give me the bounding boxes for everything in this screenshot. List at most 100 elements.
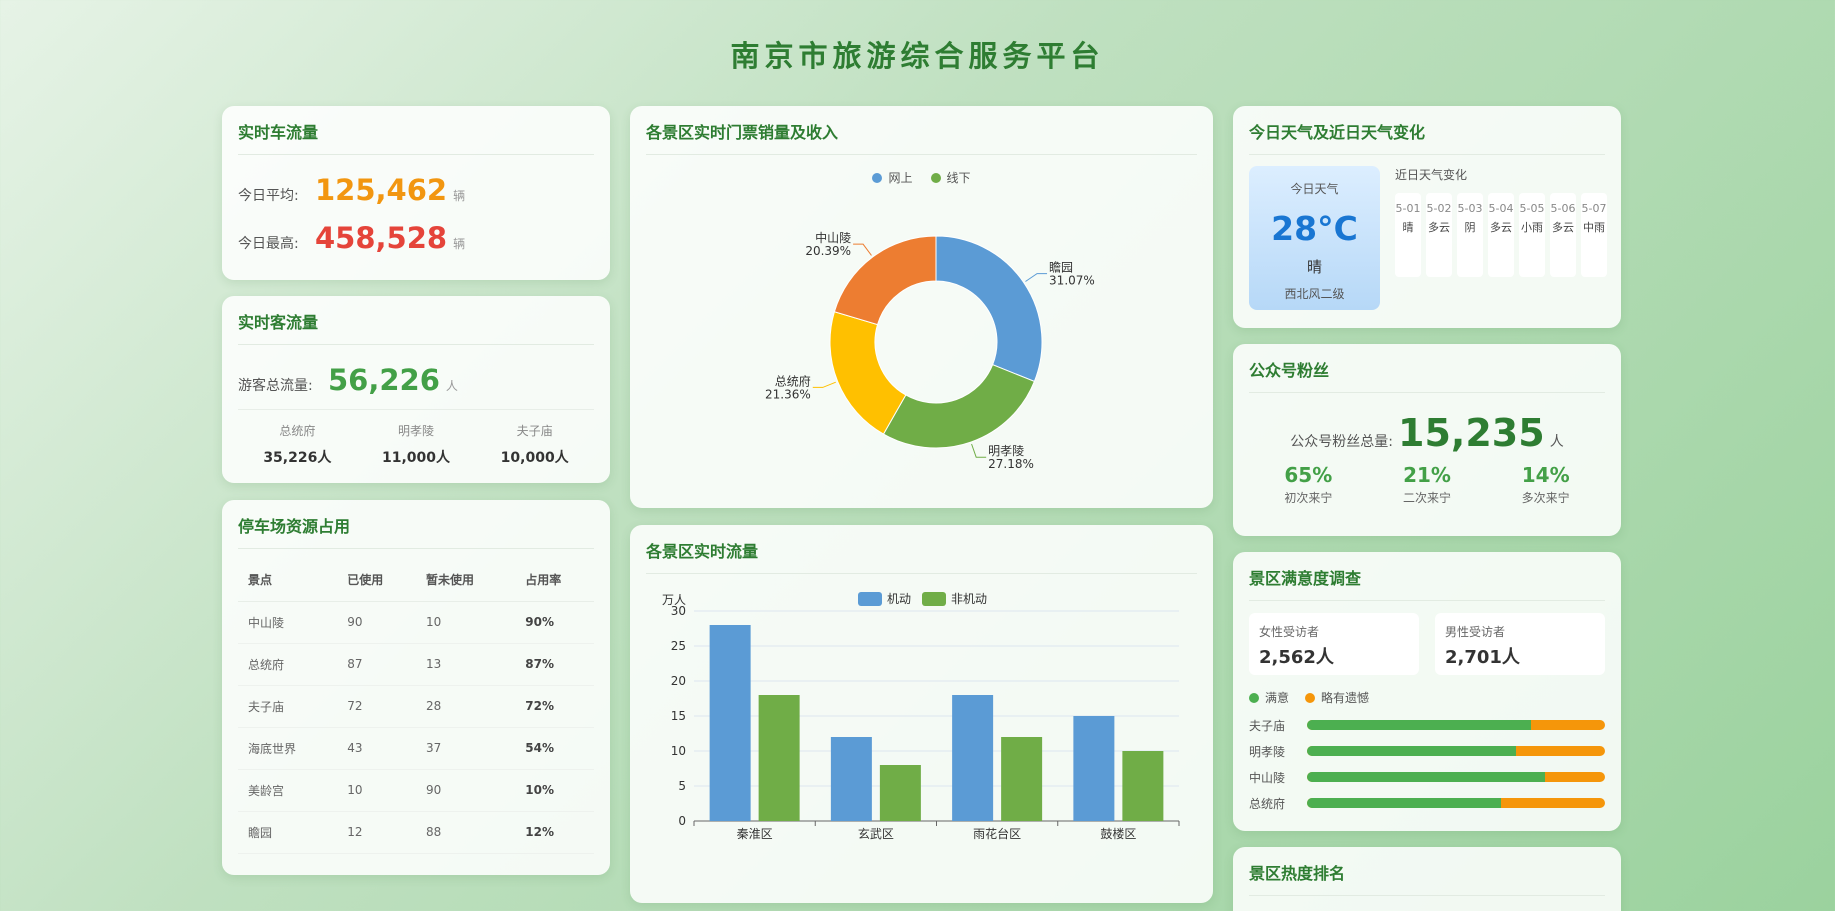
bar[interactable] <box>830 737 872 821</box>
table-cell: 54% <box>515 727 594 770</box>
flow-card: 各景区实时流量 机动 非机动 万人 0 5 10 15 20 25 30 秦淮区 玄武区 雨花台区 鼓楼区 <box>630 525 1213 903</box>
car-max-unit: 辆 <box>453 237 466 251</box>
fans-stat-pct: 65% <box>1284 463 1333 487</box>
legend-label: 略有遗憾 <box>1321 691 1370 705</box>
table-row: 总统府 87 13 87% <box>238 643 594 686</box>
parking-header-cell: 占用率 <box>515 559 594 602</box>
table-cell: 88 <box>415 811 516 854</box>
fans-stat-pct: 14% <box>1521 463 1570 487</box>
parking-title: 停车场资源占用 <box>238 500 594 549</box>
car-max-value: 458,528 <box>315 221 448 255</box>
fans-card: 公众号粉丝 公众号粉丝总量: 15,235 人 65% 初次来宁 21% 二次来宁 … <box>1233 344 1621 536</box>
weather-day-cond: 阴 <box>1464 221 1476 234</box>
satisfaction-bar-row: 夫子庙 <box>1249 712 1605 738</box>
weather-day-date: 5-04 <box>1488 202 1514 215</box>
parking-header-cell: 暂未使用 <box>415 559 516 602</box>
weather-day: 5-03 阴 <box>1457 193 1483 277</box>
satisfaction-bar-label: 明孝陵 <box>1249 744 1286 759</box>
table-row: 海底世界 43 37 54% <box>238 727 594 770</box>
donut-label-pct: 20.39% <box>805 244 851 258</box>
legend-swatch[interactable] <box>858 592 882 606</box>
passenger-site-value: 11,000人 <box>381 450 451 466</box>
bar[interactable] <box>1073 716 1115 821</box>
passenger-total-row: 游客总流量: 56,226 人 <box>238 363 594 397</box>
table-cell: 中山陵 <box>238 601 338 644</box>
legend-swatch[interactable] <box>922 592 946 606</box>
bar[interactable] <box>952 695 994 821</box>
donut-label-pct: 31.07% <box>1049 274 1095 288</box>
fans-stats: 65% 初次来宁 21% 二次来宁 14% 多次来宁 <box>1249 463 1605 506</box>
satisfaction-bar-track <box>1307 798 1605 808</box>
weather-day-cond: 小雨 <box>1521 221 1543 234</box>
flow-bar-chart: 机动 非机动万人051015202530秦淮区 玄武区 雨花台区 鼓楼区 <box>662 592 1180 841</box>
legend-label: 非机动 <box>951 592 987 606</box>
weather-recent-label: 近日天气变化 <box>1395 168 1468 182</box>
x-tick-label: 雨花台区 <box>973 826 1021 841</box>
weather-day-cond: 多云 <box>1552 221 1574 234</box>
parking-header-row: 景点 已使用 暂未使用 占用率 <box>238 559 594 602</box>
weather-day-cond: 中雨 <box>1583 221 1605 234</box>
donut-slice[interactable] <box>882 364 1036 449</box>
table-cell: 87 <box>337 643 416 686</box>
satisfaction-bar-fill <box>1307 720 1531 730</box>
weather-days: 5-01 晴 5-02 多云 5-03 阴 5-04 多云 5-05 小雨 5-06 多云 … <box>1395 193 1617 277</box>
legend-dot-satisfied <box>1249 693 1259 703</box>
car-max-row: 今日最高: 458,528 辆 <box>238 221 594 255</box>
table-cell: 10 <box>415 601 516 644</box>
satisfaction-bar-track <box>1307 746 1605 756</box>
weather-day-date: 5-02 <box>1426 202 1452 215</box>
parking-header-cell: 已使用 <box>337 559 416 602</box>
legend-item[interactable]: 网上 <box>872 169 913 186</box>
weather-day-cond: 晴 <box>1402 221 1414 234</box>
satisfaction-bar-row: 中山陵 <box>1249 764 1605 790</box>
fans-stat: 21% 二次来宁 <box>1368 463 1487 506</box>
donut-slice[interactable] <box>829 311 907 435</box>
tickets-legend: 网上 线下 <box>646 169 1197 186</box>
bar[interactable] <box>709 625 751 821</box>
donut-label-name: 明孝陵 <box>988 444 1024 458</box>
ticket-donut-chart: 瞻园31.07% 明孝陵27.18% 总统府21.36% 中山陵20.39% <box>765 230 1095 471</box>
donut-label-name: 总统府 <box>775 373 811 388</box>
weather-day-cond: 多云 <box>1490 221 1512 234</box>
satisfaction-bars: 夫子庙 明孝陵 中山陵 总统府 <box>1249 712 1605 816</box>
x-tick-label: 秦淮区 <box>737 827 773 841</box>
weather-day: 5-01 晴 <box>1395 193 1421 277</box>
table-row: 中山陵 90 10 90% <box>238 601 594 644</box>
flow-title: 各景区实时流量 <box>646 525 1197 574</box>
legend-dot-offline <box>930 173 941 183</box>
legend-label: 网上 <box>888 171 913 185</box>
bar[interactable] <box>879 765 921 821</box>
legend-label: 机动 <box>887 592 911 606</box>
satisfaction-bar-track <box>1307 720 1605 730</box>
weather-day: 5-02 多云 <box>1426 193 1452 277</box>
legend-label: 满意 <box>1265 691 1290 705</box>
weather-day: 5-04 多云 <box>1488 193 1514 277</box>
ranking-title: 景区热度排名 <box>1249 847 1605 896</box>
fans-stat-label: 初次来宁 <box>1284 491 1333 505</box>
y-tick-label: 10 <box>671 744 686 758</box>
table-cell: 87% <box>515 643 594 686</box>
fans-stat-label: 二次来宁 <box>1403 491 1452 505</box>
table-cell: 43 <box>337 727 416 770</box>
donut-label-line <box>1025 273 1048 282</box>
gender-stats: 女性受访者 2,562人 男性受访者 2,701人 <box>1249 613 1605 675</box>
table-cell: 90% <box>515 601 594 644</box>
bar[interactable] <box>1122 751 1164 821</box>
fans-stat: 14% 多次来宁 <box>1486 463 1605 506</box>
weather-recent: 近日天气变化 5-01 晴 5-02 多云 5-03 阴 5-04 多云 5-05 小雨 … <box>1395 166 1617 277</box>
bar[interactable] <box>1001 737 1043 821</box>
table-cell: 72% <box>515 685 594 728</box>
weather-day: 5-07 中雨 <box>1581 193 1607 277</box>
satisfaction-bar-fill <box>1307 772 1546 782</box>
satisfaction-legend: 满意 略有遗憾 <box>1249 689 1605 706</box>
passenger-site-name: 总统府 <box>279 424 316 438</box>
passenger-site: 夫子庙 10,000人 <box>475 422 594 467</box>
table-cell: 12% <box>515 811 594 854</box>
tickets-title: 各景区实时门票销量及收入 <box>646 106 1197 155</box>
bar[interactable] <box>758 695 800 821</box>
donut-slice[interactable] <box>935 235 1043 383</box>
ranking-card: 景区热度排名 <box>1233 847 1621 911</box>
legend-item[interactable]: 线下 <box>930 169 971 186</box>
table-cell: 总统府 <box>238 643 338 686</box>
satisfaction-bar-row: 总统府 <box>1249 790 1605 816</box>
